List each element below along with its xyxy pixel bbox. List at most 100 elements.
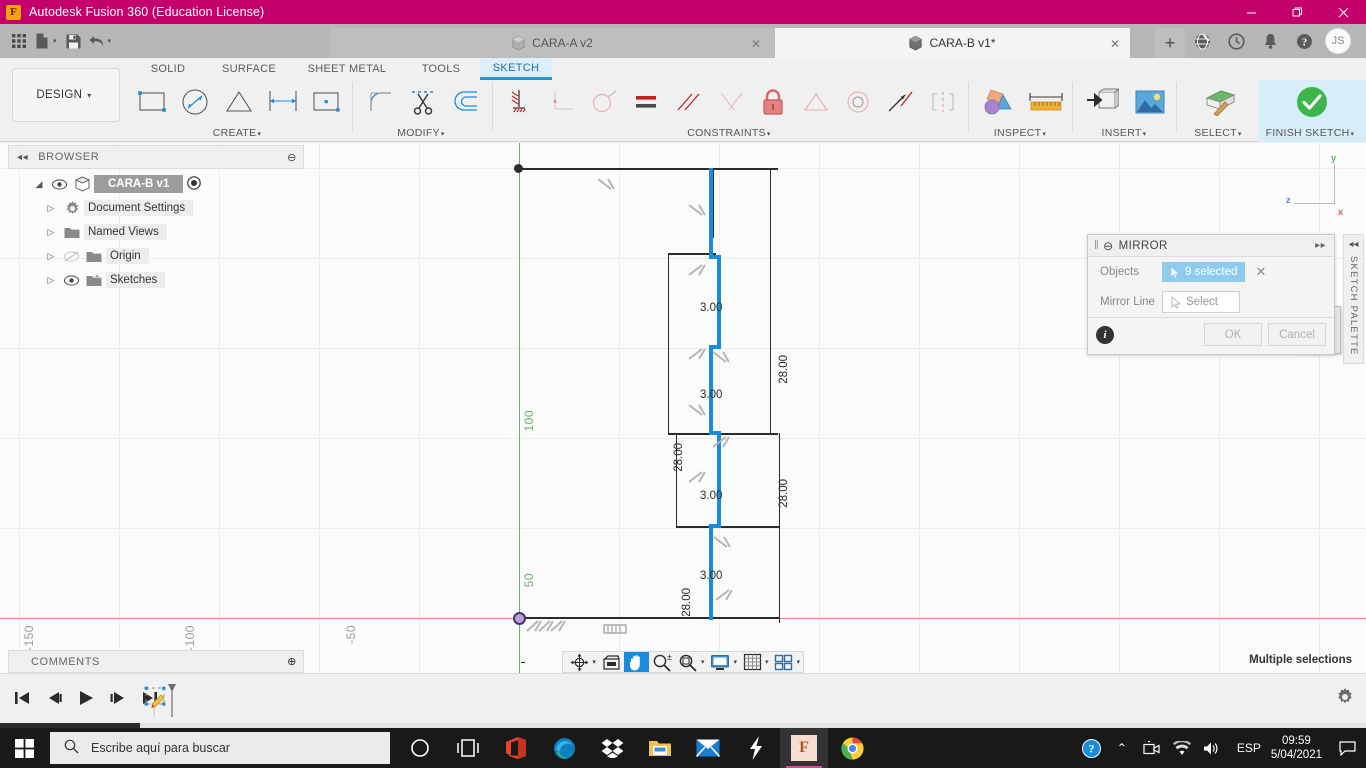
create-rectangle-tool[interactable] [130,80,174,124]
add-comment-icon[interactable]: ⊕ [287,655,297,668]
dimension-text[interactable]: 3.00 [700,302,722,314]
document-tab-close-icon[interactable]: ✕ [751,37,761,51]
panel-insert-label[interactable]: INSERT▾ [1078,127,1174,139]
ok-button[interactable]: OK [1204,323,1262,346]
mail-icon[interactable] [684,728,732,768]
sketch-line[interactable] [676,526,780,528]
viewports-icon[interactable] [771,652,796,672]
constraint-glyph[interactable] [686,468,708,491]
visibility-off-icon[interactable] [60,250,82,262]
dropbox-icon[interactable] [588,728,636,768]
panel-select-label[interactable]: SELECT▾ [1182,127,1258,139]
constraint-parallel-tool[interactable] [667,80,709,124]
expand-arrow-icon[interactable]: ▷ [42,275,60,286]
browser-minimize-icon[interactable]: ⊖ [287,151,297,164]
browser-collapse-icon[interactable]: ◂◂ [17,152,28,163]
inspect-measure-tool[interactable] [974,80,1022,124]
grid-caret-icon[interactable]: ▾ [765,658,769,666]
minimize-button[interactable] [1228,0,1274,24]
finish-sketch-button[interactable] [1290,80,1334,124]
windows-start-icon[interactable] [0,728,48,768]
expand-arrow-icon[interactable]: ◢ [30,179,48,190]
browser-header[interactable]: ◂◂ BROWSER ⊖ [8,145,304,169]
create-circle-tool[interactable] [174,80,218,124]
document-tab-cara-a[interactable]: CARA-A v2 ✕ [330,28,775,58]
constraint-equal-tool[interactable] [625,80,667,124]
dimension-text[interactable]: 28.00 [673,443,685,472]
taskbar-clock[interactable]: 09:59 5/04/2021 [1271,734,1322,762]
constraint-glyph[interactable] [710,348,732,371]
chrome-icon[interactable] [828,728,876,768]
dimension-text[interactable]: 3.00 [700,389,722,401]
timeline-play-button[interactable] [74,686,98,710]
look-at-icon[interactable] [599,652,624,672]
selected-sketch-segment[interactable] [717,255,721,347]
fit-icon[interactable] [675,652,701,672]
camera-icon[interactable] [1137,740,1167,756]
panel-modify-label[interactable]: MODIFY▾ [358,127,488,139]
tab-sketch[interactable]: SKETCH [480,58,552,80]
fit-caret-icon[interactable]: ▾ [701,658,705,666]
create-dimension-tool[interactable] [261,80,305,124]
horizontal-constraint-icon[interactable] [603,623,627,638]
document-tab-cara-b[interactable]: CARA-B v1* ✕ [775,28,1130,58]
dimension-text[interactable]: 28.00 [778,479,790,508]
browser-item-cara-b[interactable]: ◢ CARA-B v1 [30,172,300,196]
constraint-glyph[interactable] [595,175,617,198]
constraint-perpendicular2-tool[interactable] [710,80,752,124]
sketch-line[interactable] [518,168,778,170]
maximize-button[interactable] [1274,0,1320,24]
cortana-icon[interactable] [396,728,444,768]
modify-offset-tool[interactable] [445,80,488,124]
display-settings-icon[interactable] [707,652,733,672]
globe-icon[interactable] [1185,24,1219,58]
constraint-glyph-cluster[interactable] [525,615,571,642]
modify-trim-tool[interactable] [401,80,444,124]
constraint-fix-tool[interactable] [498,80,540,124]
constraint-fix-lock-tool[interactable] [752,80,794,124]
mirror-dialog-header[interactable]: ‖ ⊖ MIRROR ▸▸ [1088,235,1334,257]
zoom-icon[interactable]: ± [649,652,675,672]
wifi-icon[interactable] [1167,740,1197,756]
expand-arrow-icon[interactable]: ▷ [42,251,60,262]
constraint-glyph[interactable] [686,401,708,424]
constraint-glyph[interactable] [686,345,708,368]
insert-image-tool[interactable] [1126,80,1174,124]
volume-icon[interactable] [1197,741,1227,756]
dimension-text[interactable]: 3.00 [700,490,722,502]
user-avatar[interactable]: JS [1325,28,1351,54]
edge-icon[interactable] [540,728,588,768]
dimension-text[interactable]: 28.00 [681,588,693,617]
mirror-clear-selection-icon[interactable]: ✕ [1255,264,1266,280]
mirror-collapse-icon[interactable]: ⊖ [1103,239,1113,253]
constraint-glyph[interactable] [710,433,732,456]
orbit-caret-icon[interactable]: ▾ [592,658,596,666]
constraint-glyph[interactable] [711,533,733,556]
mirror-expand-icon[interactable]: ▸▸ [1315,240,1326,251]
workspace-selector[interactable]: DESIGN ▾ [12,68,120,122]
select-tool[interactable] [1196,80,1244,124]
grid-snaps-icon[interactable] [740,652,765,672]
document-tab-close-icon[interactable]: ✕ [1110,37,1120,51]
constraint-perpendicular-tool[interactable] [540,80,582,124]
job-status-icon[interactable] [1219,24,1253,58]
dimension-text[interactable]: 28.00 [778,355,790,384]
sketch-palette-collapse-icon[interactable]: ◂◂ [1348,239,1358,250]
mirror-objects-selection[interactable]: 9 selected [1162,262,1246,282]
new-document-caret-icon[interactable]: ▾ [53,37,57,45]
timeline-settings-gear-icon[interactable] [1336,688,1354,709]
fusion360-icon[interactable]: F [780,728,828,768]
cancel-button[interactable]: Cancel [1268,323,1326,346]
close-button[interactable] [1320,0,1366,24]
language-indicator[interactable]: ESP [1237,741,1261,755]
task-view-icon[interactable] [444,728,492,768]
redo-icon[interactable] [115,26,135,56]
browser-item-named-views[interactable]: ▷ Named Views [30,220,300,244]
modify-fillet-tool[interactable] [358,80,401,124]
panel-create-label[interactable]: CREATE▾ [130,127,348,139]
panel-constraints-label[interactable]: CONSTRAINTS▾ [498,127,964,139]
notifications-icon[interactable] [1253,24,1287,58]
constraint-glyph[interactable] [686,201,708,224]
action-center-icon[interactable] [1332,740,1362,756]
constraint-collinear-tool[interactable] [879,80,921,124]
